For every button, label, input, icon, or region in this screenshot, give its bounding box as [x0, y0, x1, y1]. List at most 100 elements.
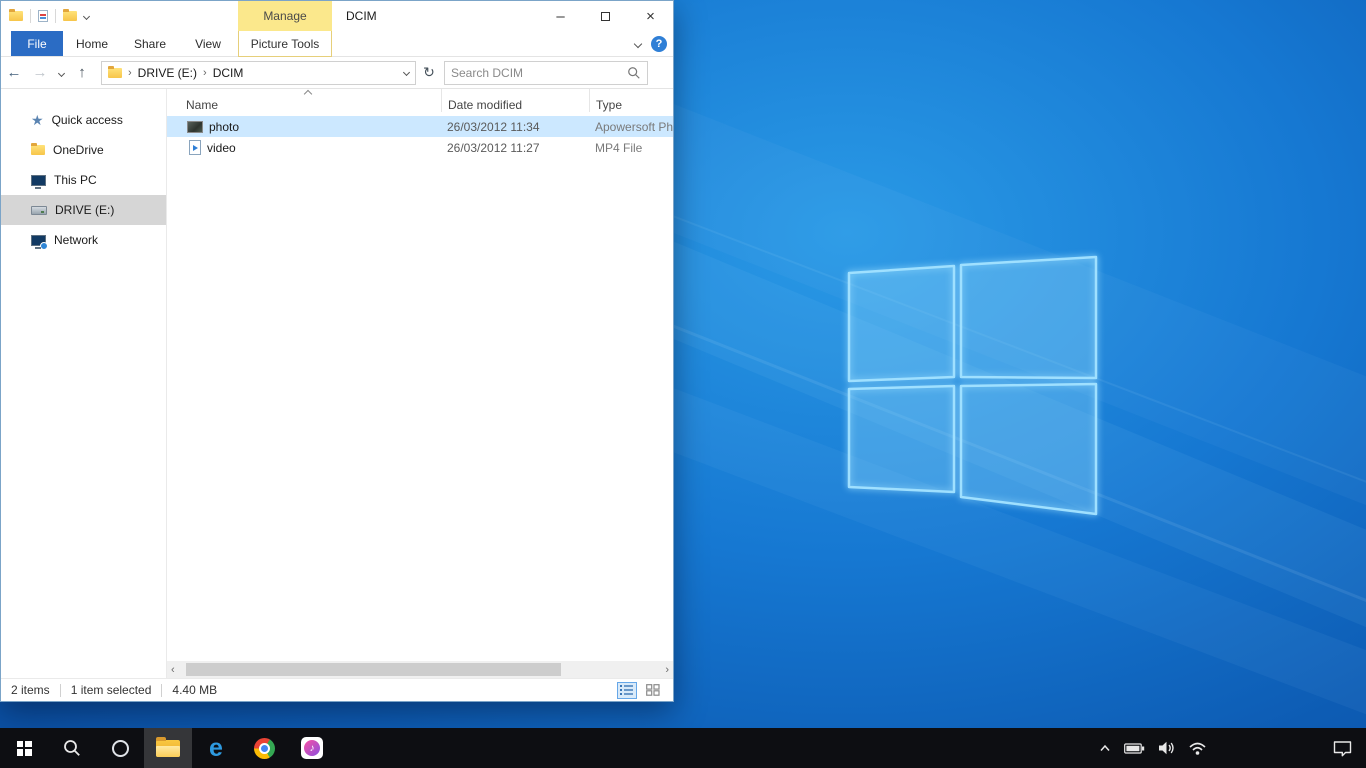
- column-header-date-modified[interactable]: Date modified: [441, 89, 589, 112]
- taskbar: e ♪: [0, 728, 1366, 768]
- breadcrumb-separator: ›: [203, 67, 207, 79]
- cortana-button[interactable]: [96, 728, 144, 768]
- music-note-icon: ♪: [304, 740, 320, 756]
- forward-button[interactable]: →: [27, 64, 53, 81]
- file-explorer-window: Manage DCIM – × File Home Share View Pic…: [0, 0, 674, 702]
- maximize-button[interactable]: [583, 1, 628, 31]
- ribbon-right-controls: ?: [635, 31, 667, 57]
- tab-picture-tools[interactable]: Picture Tools: [238, 31, 332, 57]
- network-icon: [31, 235, 46, 246]
- file-list-empty-area[interactable]: [167, 158, 673, 661]
- sidebar-item-onedrive[interactable]: OneDrive: [1, 135, 166, 165]
- battery-icon[interactable]: [1124, 743, 1145, 754]
- recent-locations-dropdown[interactable]: [53, 68, 69, 78]
- status-bar: 2 items 1 item selected 4.40 MB: [1, 678, 673, 701]
- selection-size: 4.40 MB: [172, 683, 217, 697]
- itunes-icon: ♪: [301, 737, 323, 759]
- details-view-button[interactable]: [617, 682, 637, 699]
- file-list-pane: Name Date modified Type photo 26/03/2012…: [167, 89, 673, 678]
- tray-expand-icon[interactable]: [1099, 744, 1111, 752]
- sort-ascending-icon: [304, 90, 312, 98]
- sidebar-item-this-pc[interactable]: This PC: [1, 165, 166, 195]
- explorer-main: ★ Quick access OneDrive This PC DRIVE (E…: [1, 89, 673, 678]
- search-input[interactable]: [451, 66, 627, 80]
- drive-icon: [31, 206, 47, 215]
- file-name: video: [207, 141, 236, 155]
- qat-folder-icon[interactable]: [9, 11, 23, 21]
- itunes-button[interactable]: ♪: [288, 728, 336, 768]
- file-date-modified: 26/03/2012 11:34: [441, 120, 589, 134]
- sidebar-item-drive-e[interactable]: DRIVE (E:): [1, 195, 166, 225]
- file-type: Apowersoft Pho: [589, 120, 673, 134]
- photo-thumbnail-icon: [187, 121, 203, 133]
- items-count: 2 items: [11, 683, 50, 697]
- scroll-right-arrow[interactable]: ›: [665, 664, 669, 676]
- file-date-modified: 26/03/2012 11:27: [441, 141, 589, 155]
- quick-access-toolbar: [9, 1, 89, 31]
- details-view-icon: [620, 684, 634, 696]
- file-type: MP4 File: [589, 141, 673, 155]
- search-icon: [627, 66, 641, 80]
- refresh-button[interactable]: ↻: [416, 64, 442, 81]
- column-headers: Name Date modified Type: [167, 89, 673, 116]
- large-icons-view-icon: [646, 684, 660, 696]
- action-center-icon[interactable]: [1333, 740, 1352, 757]
- column-header-name[interactable]: Name: [167, 98, 441, 112]
- wifi-icon[interactable]: [1189, 741, 1206, 755]
- quick-access-icon: ★: [31, 113, 44, 127]
- window-controls: – ×: [538, 1, 673, 31]
- file-explorer-taskbar-button[interactable]: [144, 728, 192, 768]
- start-button[interactable]: [0, 728, 48, 768]
- horizontal-scrollbar[interactable]: ‹ ›: [167, 661, 673, 678]
- ribbon-tab-row: File Home Share View Picture Tools ?: [1, 31, 673, 57]
- column-header-type[interactable]: Type: [589, 89, 673, 112]
- windows-start-icon: [17, 741, 32, 756]
- cortana-icon: [112, 740, 129, 757]
- address-bar[interactable]: › DRIVE (E:) › DCIM: [101, 61, 416, 85]
- back-button[interactable]: ←: [1, 64, 27, 81]
- view-toggles: [617, 682, 663, 699]
- close-button[interactable]: ×: [628, 1, 673, 31]
- search-icon: [63, 739, 81, 757]
- tab-view[interactable]: View: [179, 31, 237, 56]
- qat-separator: [30, 9, 31, 23]
- large-icons-view-button[interactable]: [643, 682, 663, 699]
- file-row-photo[interactable]: photo 26/03/2012 11:34 Apowersoft Pho: [167, 116, 673, 137]
- qat-new-folder-icon[interactable]: [63, 11, 77, 21]
- address-dropdown-icon[interactable]: [403, 69, 410, 76]
- tab-share[interactable]: Share: [121, 31, 179, 56]
- up-button[interactable]: ↑: [69, 64, 95, 81]
- sidebar-item-network[interactable]: Network: [1, 225, 166, 255]
- scroll-left-arrow[interactable]: ‹: [171, 664, 175, 676]
- location-folder-icon: [108, 68, 122, 78]
- sidebar-item-label: OneDrive: [53, 143, 104, 157]
- volume-icon[interactable]: [1158, 741, 1176, 755]
- sidebar-item-label: Quick access: [52, 113, 123, 127]
- qat-dropdown-icon[interactable]: [83, 12, 90, 19]
- address-bar-row: ← → ↑ › DRIVE (E:) › DCIM ↻: [1, 57, 673, 89]
- tab-home[interactable]: Home: [63, 31, 121, 56]
- search-box[interactable]: [444, 61, 648, 85]
- title-bar: Manage DCIM – ×: [1, 1, 673, 31]
- help-button[interactable]: ?: [651, 36, 667, 52]
- network-globe-icon: [40, 242, 48, 250]
- breadcrumb-drive[interactable]: DRIVE (E:): [138, 66, 197, 80]
- collapse-ribbon-icon[interactable]: [634, 40, 642, 48]
- sidebar-item-quick-access[interactable]: ★ Quick access: [1, 105, 166, 135]
- taskbar-search-button[interactable]: [48, 728, 96, 768]
- scrollbar-thumb[interactable]: [186, 663, 561, 676]
- breadcrumb-dcim[interactable]: DCIM: [213, 66, 244, 80]
- contextual-tab-manage[interactable]: Manage: [238, 1, 332, 31]
- qat-properties-icon[interactable]: [38, 10, 48, 22]
- chevron-down-icon: [57, 69, 64, 76]
- file-explorer-icon: [156, 740, 180, 757]
- qat-separator: [55, 9, 56, 23]
- minimize-button[interactable]: –: [538, 1, 583, 31]
- selection-summary: 1 item selected: [71, 683, 152, 697]
- video-file-icon: [189, 140, 201, 155]
- file-row-video[interactable]: video 26/03/2012 11:27 MP4 File: [167, 137, 673, 158]
- tab-file[interactable]: File: [11, 31, 63, 56]
- onedrive-icon: [31, 145, 45, 155]
- chrome-button[interactable]: [240, 728, 288, 768]
- edge-button[interactable]: e: [192, 728, 240, 768]
